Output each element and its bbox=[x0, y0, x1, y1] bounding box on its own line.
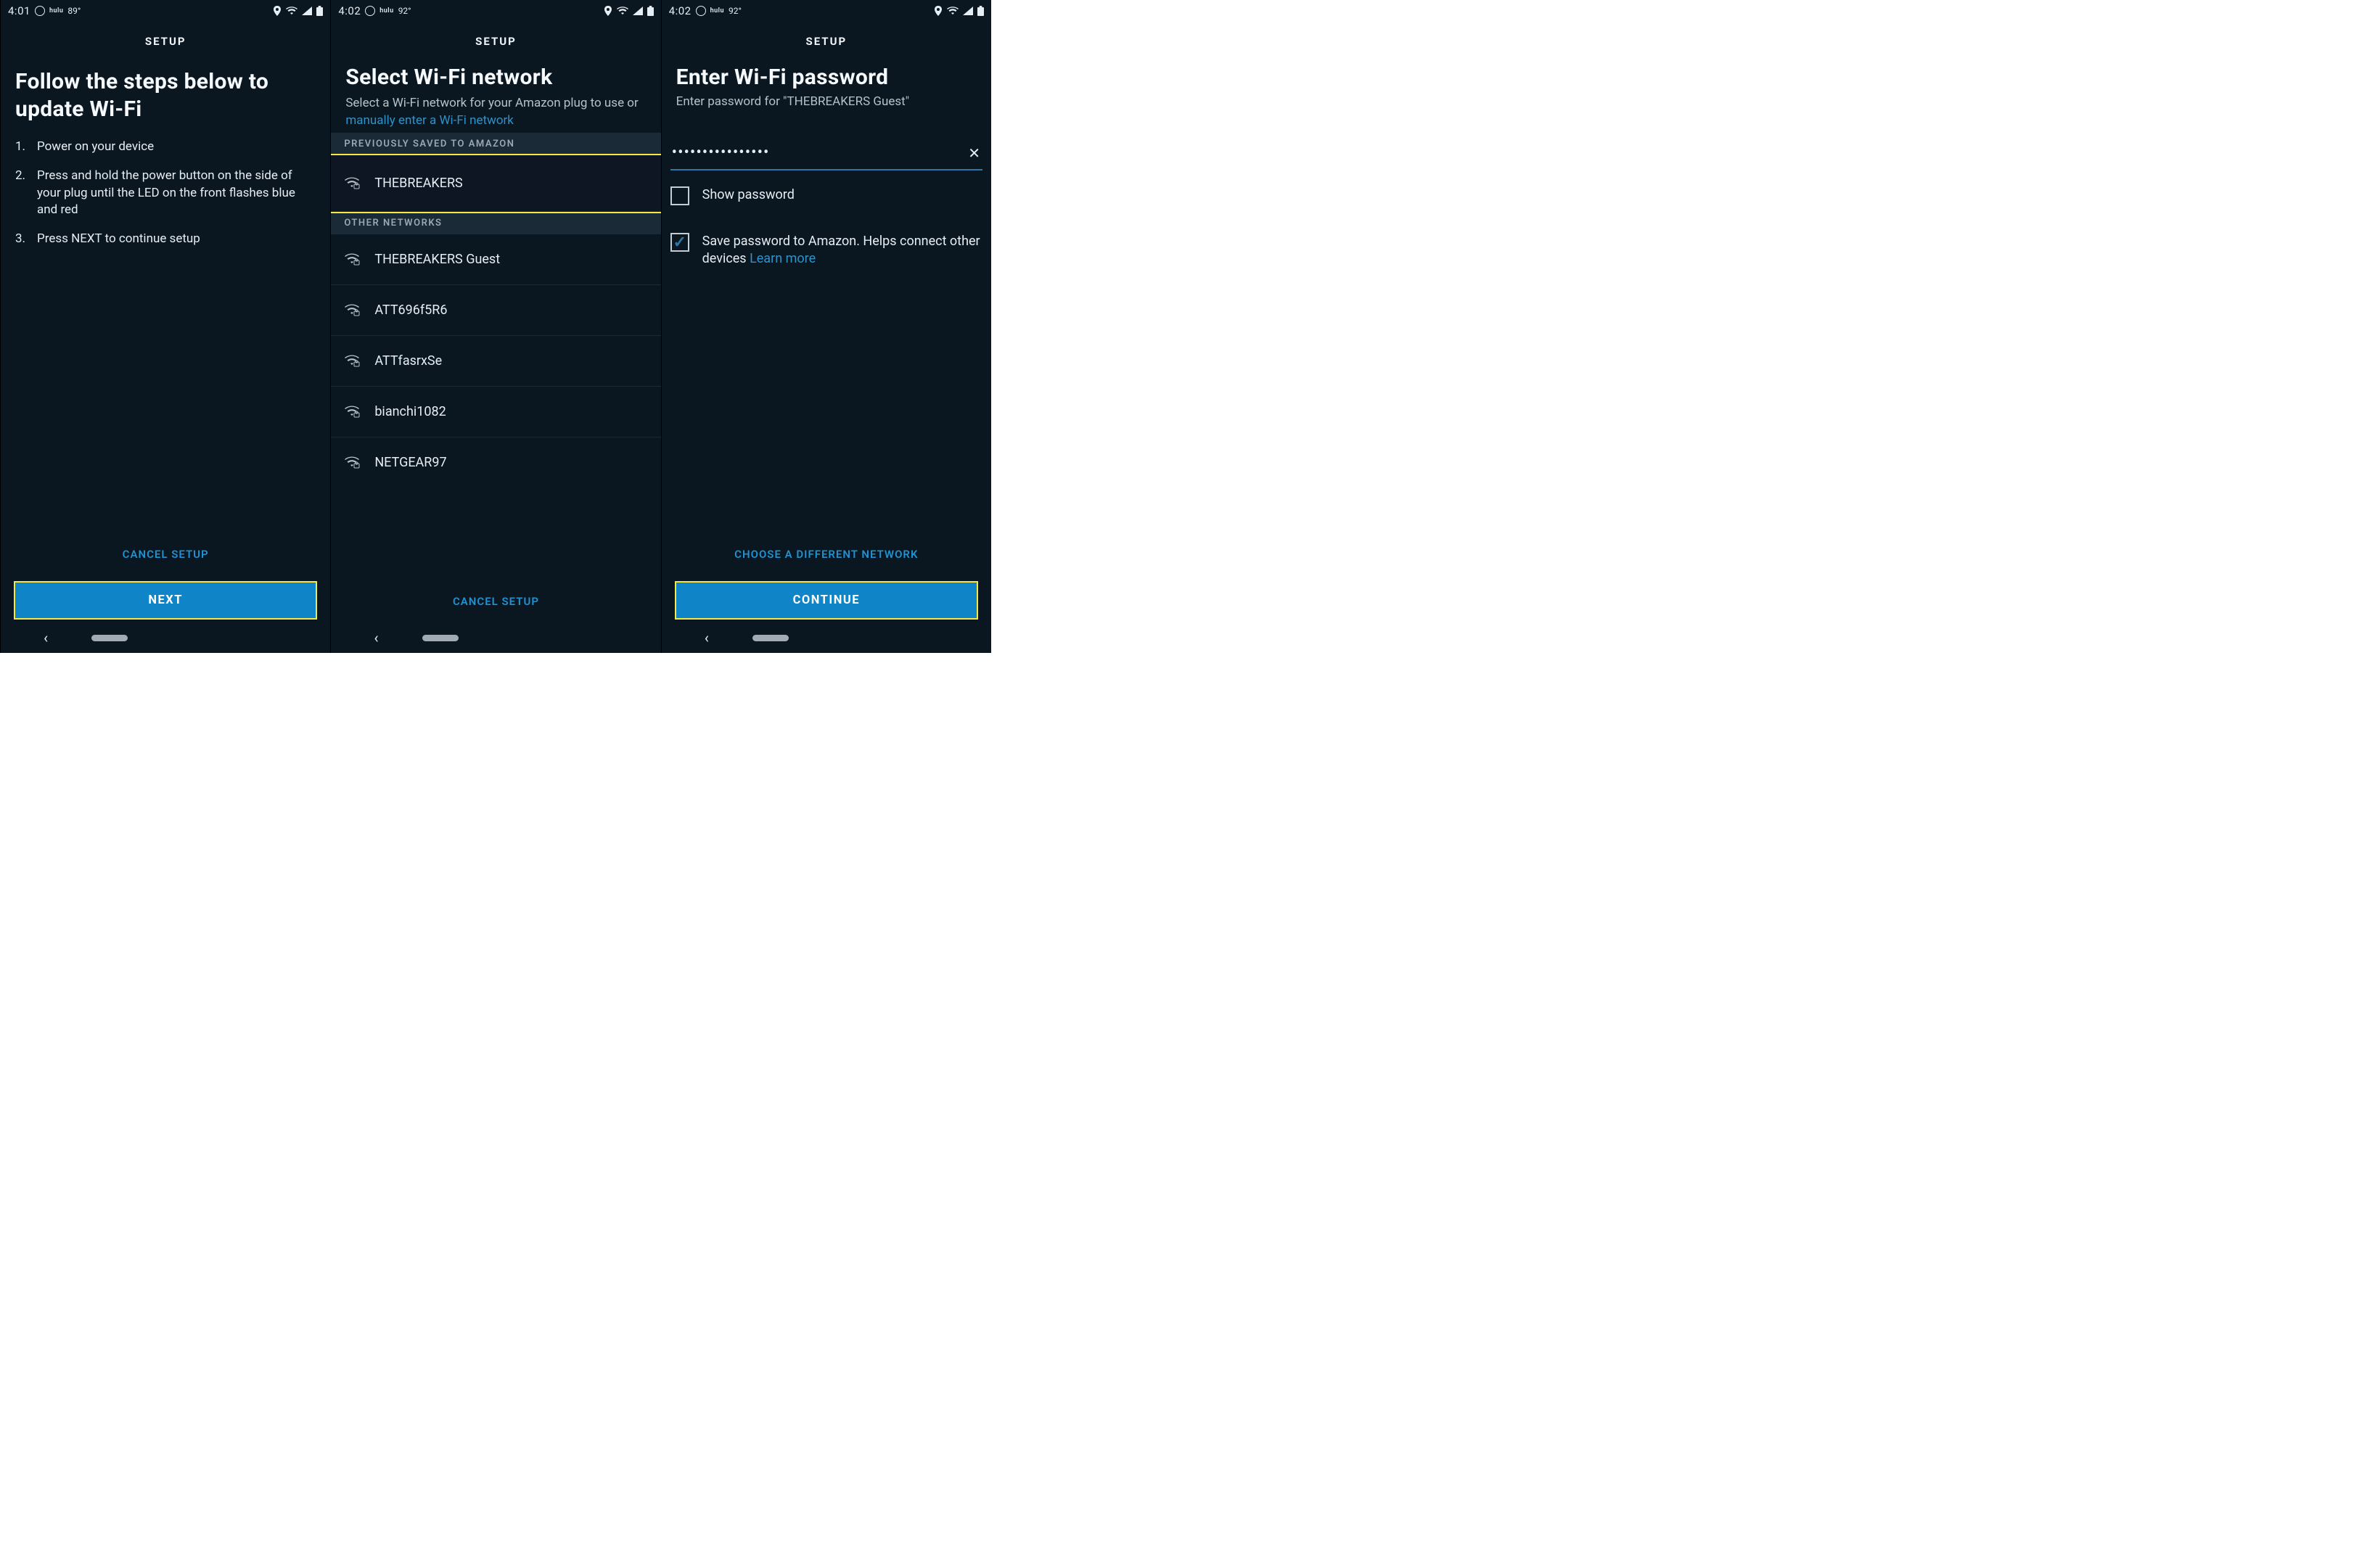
signal-icon bbox=[633, 7, 643, 15]
wifi-icon bbox=[617, 7, 628, 15]
network-name: NETGEAR97 bbox=[374, 455, 647, 470]
option-label: Show password bbox=[702, 186, 795, 204]
continue-button[interactable]: CONTINUE bbox=[676, 583, 977, 618]
status-time: 4:02 bbox=[338, 4, 361, 17]
wifi-lock-icon bbox=[344, 405, 360, 418]
status-bar: 4:02 hulu 92° bbox=[662, 0, 991, 19]
battery-icon bbox=[977, 6, 984, 16]
status-hulu: hulu bbox=[49, 7, 63, 15]
steps-list: 1. Power on your device 2. Press and hol… bbox=[1, 131, 330, 255]
network-name: THEBREAKERS Guest bbox=[374, 252, 647, 267]
network-name: ATTfasrxSe bbox=[374, 353, 647, 369]
save-password-text: Save password to Amazon. Helps connect o… bbox=[702, 234, 980, 266]
screen-select-wifi: 4:02 hulu 92° SETUP Select Wi-Fi network… bbox=[330, 0, 660, 653]
cancel-setup-link[interactable]: CANCEL SETUP bbox=[331, 580, 660, 618]
password-value: •••••••••••••••• bbox=[672, 144, 770, 162]
alexa-ring-icon bbox=[696, 6, 706, 16]
signal-icon bbox=[963, 7, 973, 15]
status-temperature: 89° bbox=[67, 6, 81, 16]
alexa-ring-icon bbox=[35, 6, 45, 16]
next-button[interactable]: NEXT bbox=[15, 583, 316, 618]
wifi-lock-icon bbox=[344, 303, 360, 316]
heading: Enter Wi-Fi password bbox=[662, 58, 991, 93]
cancel-setup-link[interactable]: CANCEL SETUP bbox=[1, 539, 330, 569]
section-header-other: OTHER NETWORKS bbox=[331, 212, 660, 234]
battery-icon bbox=[647, 6, 654, 16]
nav-back-icon[interactable]: ‹ bbox=[44, 629, 48, 646]
android-navbar: ‹ bbox=[1, 622, 330, 653]
step-item: 1. Power on your device bbox=[15, 134, 316, 163]
screen-update-wifi-steps: 4:01 hulu 89° SETUP Follow the steps bel… bbox=[0, 0, 330, 653]
heading: Follow the steps below to update Wi-Fi bbox=[1, 58, 330, 131]
step-item: 3. Press NEXT to continue setup bbox=[15, 226, 316, 255]
status-time: 4:01 bbox=[8, 4, 30, 17]
manual-wifi-link[interactable]: manually enter a Wi-Fi network bbox=[345, 113, 514, 128]
network-row-saved[interactable]: THEBREAKERS bbox=[331, 155, 660, 212]
step-text: Press NEXT to continue setup bbox=[37, 231, 200, 248]
nav-home-pill[interactable] bbox=[91, 635, 128, 641]
status-time: 4:02 bbox=[669, 4, 692, 17]
status-bar: 4:02 hulu 92° bbox=[331, 0, 660, 19]
learn-more-link[interactable]: Learn more bbox=[750, 251, 816, 266]
nav-home-pill[interactable] bbox=[422, 635, 459, 641]
wifi-lock-icon bbox=[344, 176, 360, 189]
location-icon bbox=[934, 6, 943, 16]
page-title: SETUP bbox=[662, 19, 991, 58]
android-navbar: ‹ bbox=[662, 622, 991, 653]
network-row[interactable]: ATTfasrxSe bbox=[331, 336, 660, 387]
battery-icon bbox=[316, 6, 323, 16]
nav-back-icon[interactable]: ‹ bbox=[705, 629, 709, 646]
clear-icon[interactable]: ✕ bbox=[968, 144, 981, 162]
step-text: Press and hold the power button on the s… bbox=[37, 168, 316, 219]
choose-different-network-link[interactable]: CHOOSE A DIFFERENT NETWORK bbox=[662, 539, 991, 569]
network-name: bianchi1082 bbox=[374, 404, 647, 419]
alexa-ring-icon bbox=[365, 6, 375, 16]
status-hulu: hulu bbox=[710, 7, 724, 15]
network-name: THEBREAKERS bbox=[374, 176, 647, 191]
wifi-icon bbox=[947, 7, 959, 15]
option-label: Save password to Amazon. Helps connect o… bbox=[702, 233, 982, 268]
checkbox-checked[interactable]: ✓ bbox=[670, 233, 689, 252]
checkbox-unchecked[interactable]: ✓ bbox=[670, 186, 689, 205]
subtitle: Select a Wi-Fi network for your Amazon p… bbox=[331, 94, 660, 133]
subtitle-text: Select a Wi-Fi network for your Amazon p… bbox=[345, 96, 638, 110]
network-row[interactable]: ATT696f5R6 bbox=[331, 285, 660, 336]
step-item: 2. Press and hold the power button on th… bbox=[15, 163, 316, 226]
subtitle: Enter password for "THEBREAKERS Guest" bbox=[662, 93, 991, 111]
android-navbar: ‹ bbox=[331, 622, 660, 653]
screen-enter-password: 4:02 hulu 92° SETUP Enter Wi-Fi password… bbox=[661, 0, 991, 653]
step-number: 2. bbox=[15, 168, 30, 219]
wifi-lock-icon bbox=[344, 456, 360, 469]
status-bar: 4:01 hulu 89° bbox=[1, 0, 330, 19]
step-number: 3. bbox=[15, 231, 30, 248]
wifi-lock-icon bbox=[344, 252, 360, 266]
section-header-saved: PREVIOUSLY SAVED TO AMAZON bbox=[331, 133, 660, 155]
status-temperature: 92° bbox=[398, 6, 411, 16]
location-icon bbox=[273, 6, 282, 16]
wifi-icon bbox=[286, 7, 298, 15]
network-row[interactable]: THEBREAKERS Guest bbox=[331, 234, 660, 285]
nav-home-pill[interactable] bbox=[752, 635, 789, 641]
network-name: ATT696f5R6 bbox=[374, 303, 647, 318]
signal-icon bbox=[302, 7, 312, 15]
wifi-lock-icon bbox=[344, 354, 360, 367]
step-number: 1. bbox=[15, 139, 30, 156]
heading: Select Wi-Fi network bbox=[331, 58, 660, 94]
status-hulu: hulu bbox=[379, 7, 393, 15]
step-text: Power on your device bbox=[37, 139, 154, 156]
status-temperature: 92° bbox=[729, 6, 742, 16]
location-icon bbox=[604, 6, 612, 16]
page-title: SETUP bbox=[331, 19, 660, 58]
page-title: SETUP bbox=[1, 19, 330, 58]
network-row[interactable]: bianchi1082 bbox=[331, 387, 660, 437]
network-row[interactable]: NETGEAR97 bbox=[331, 437, 660, 488]
save-password-option[interactable]: ✓ Save password to Amazon. Helps connect… bbox=[662, 208, 991, 271]
password-input[interactable]: •••••••••••••••• ✕ bbox=[670, 139, 982, 170]
show-password-option[interactable]: ✓ Show password bbox=[662, 170, 991, 208]
nav-back-icon[interactable]: ‹ bbox=[374, 629, 378, 646]
